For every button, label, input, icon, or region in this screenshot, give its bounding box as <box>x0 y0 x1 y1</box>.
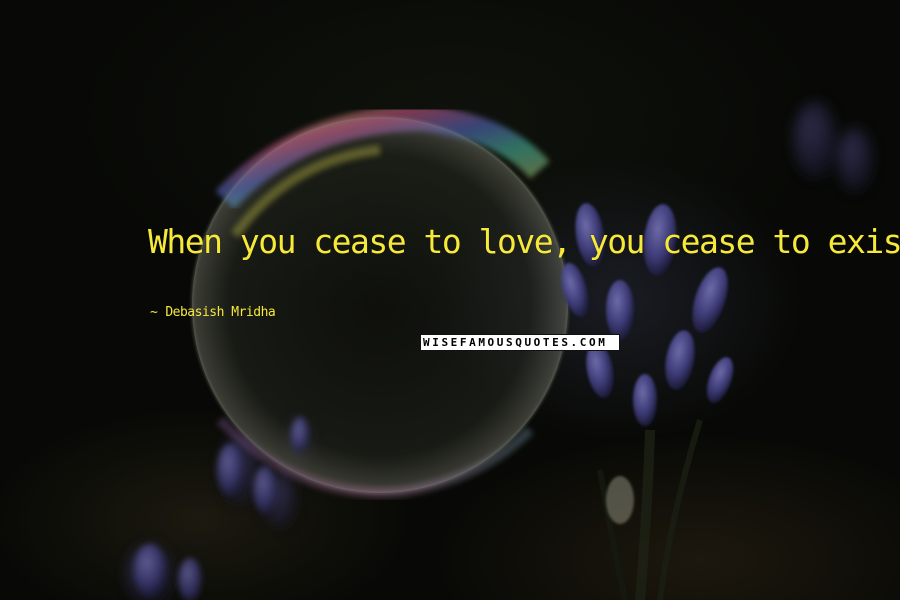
watermark-text: WISEFAMOUSQUOTES.COM <box>423 336 608 349</box>
watermark-badge: WISEFAMOUSQUOTES.COM <box>420 334 620 351</box>
quote-author: ~ Debasish Mridha <box>150 305 276 320</box>
background-photo <box>126 102 873 600</box>
author-name: Debasish Mridha <box>165 305 276 320</box>
author-dash: ~ <box>150 305 158 320</box>
quote-image: When you cease to love, you cease to exi… <box>0 0 900 600</box>
quote-text: When you cease to love, you cease to exi… <box>148 222 900 261</box>
